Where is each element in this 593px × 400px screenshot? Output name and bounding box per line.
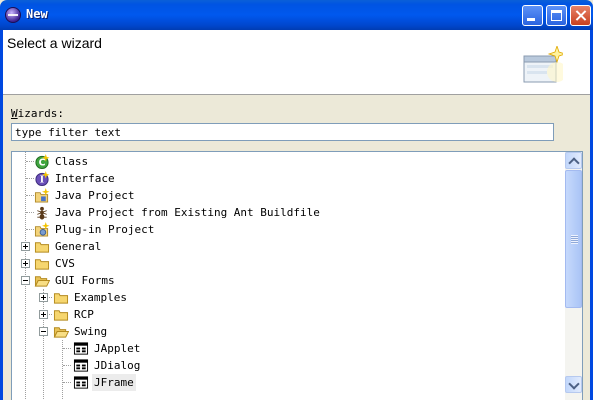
expand-icon[interactable]	[21, 259, 30, 268]
tree-item-label: Swing	[74, 325, 108, 338]
tree-item-cvs[interactable]: CVS	[12, 255, 562, 272]
form-icon	[73, 376, 89, 389]
tree-item-rcp[interactable]: RCP	[12, 306, 562, 323]
grip-icon	[571, 235, 578, 244]
scroll-up-button[interactable]	[565, 152, 582, 169]
maximize-button[interactable]	[546, 5, 567, 26]
tree-item-label: CVS	[55, 257, 75, 270]
tree-item-jdialog[interactable]: JDialog	[12, 357, 562, 374]
collapse-icon[interactable]	[21, 276, 30, 285]
wizard-tree[interactable]: C Class I Interface Java Project Java Pr…	[11, 151, 583, 400]
interface-icon: I	[35, 171, 50, 186]
tree-item-label: Interface	[55, 172, 115, 185]
tree-item-label: Class	[55, 155, 89, 168]
title-bar[interactable]: New	[0, 0, 593, 30]
tree-item-examples[interactable]: Examples	[12, 289, 562, 306]
tree-item-label: JFrame	[92, 374, 136, 391]
class-icon: C	[35, 154, 50, 169]
minimize-button[interactable]	[522, 5, 543, 26]
eclipse-icon	[5, 7, 21, 23]
window-title: New	[26, 7, 48, 21]
collapse-icon[interactable]	[39, 327, 48, 336]
folder-icon	[53, 293, 69, 304]
close-button[interactable]	[570, 5, 591, 26]
tree-item-label: Plug-in Project	[55, 223, 155, 236]
ant-icon	[37, 206, 47, 220]
tree-item-label: Java Project from Existing Ant Buildfile	[55, 206, 320, 219]
tree-item-label: Java Project	[55, 189, 135, 202]
tree-item-java-project[interactable]: Java Project	[12, 187, 562, 204]
folder-icon	[34, 259, 50, 270]
svg-text:I: I	[40, 175, 44, 186]
tree-item-class[interactable]: C Class	[12, 153, 562, 170]
wizards-label: Wizards:	[11, 107, 64, 120]
form-icon	[73, 359, 89, 372]
expand-icon[interactable]	[39, 293, 48, 302]
tree-item-gui-forms[interactable]: GUI Forms	[12, 272, 562, 289]
folder-icon	[34, 242, 50, 253]
tree-item-label: Examples	[74, 291, 127, 304]
form-icon	[73, 342, 89, 355]
folder-open-icon	[53, 327, 69, 338]
tree-item-plugin-project[interactable]: Plug-in Project	[12, 221, 562, 238]
tree-item-japplet[interactable]: JApplet	[12, 340, 562, 357]
tree-item-interface[interactable]: I Interface	[12, 170, 562, 187]
tree-item-label: JDialog	[94, 359, 141, 372]
filter-input[interactable]	[11, 123, 554, 141]
new-wizard-icon	[523, 46, 563, 83]
expand-icon[interactable]	[21, 242, 30, 251]
wizard-header: Select a wizard	[3, 30, 590, 95]
plugin-project-icon	[34, 222, 50, 237]
folder-open-icon	[34, 276, 50, 287]
tree-item-label: GUI Forms	[55, 274, 115, 287]
tree-item-general[interactable]: General	[12, 238, 562, 255]
scroll-down-button[interactable]	[565, 376, 582, 393]
java-project-icon	[34, 188, 50, 203]
tree-scrollbar[interactable]	[565, 152, 582, 400]
scroll-thumb[interactable]	[565, 170, 582, 308]
tree-item-label: JApplet	[94, 342, 141, 355]
tree-item-swing[interactable]: Swing	[12, 323, 562, 340]
page-title: Select a wizard	[7, 35, 102, 51]
tree-item-ant-project[interactable]: Java Project from Existing Ant Buildfile	[12, 204, 562, 221]
tree-item-jframe[interactable]: JFrame	[12, 374, 562, 391]
folder-icon	[53, 310, 69, 321]
svg-text:C: C	[39, 158, 46, 169]
tree-item-label: RCP	[74, 308, 94, 321]
tree-item-label: General	[55, 240, 102, 253]
expand-icon[interactable]	[39, 310, 48, 319]
